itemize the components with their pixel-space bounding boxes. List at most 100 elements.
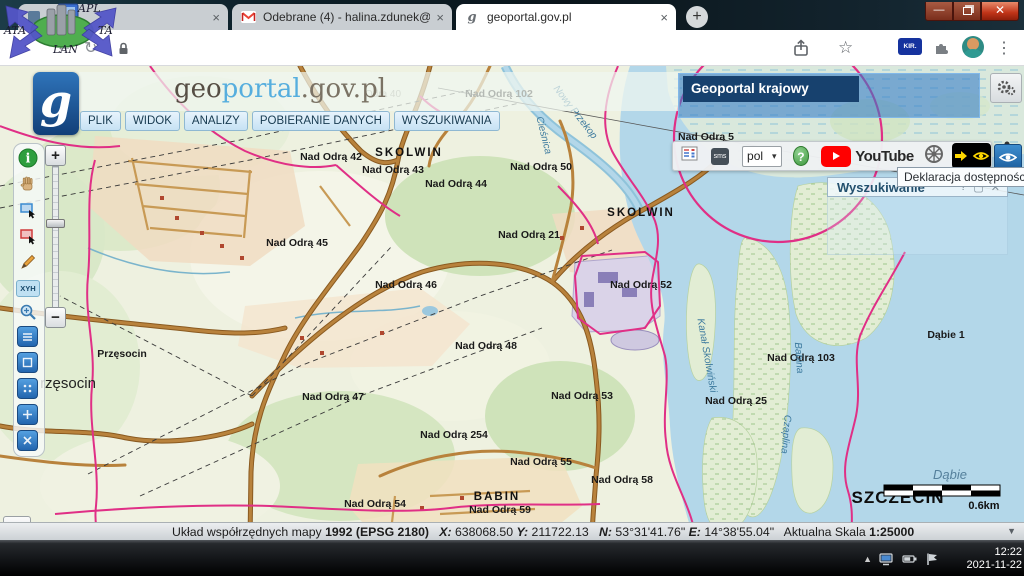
- zoom-magnifier-icon[interactable]: [16, 300, 40, 324]
- identify-button[interactable]: i: [16, 146, 40, 170]
- map-label: Nad Odrą 43: [362, 164, 424, 176]
- statusbar-segment: 638068.50: [451, 524, 517, 539]
- settings-button[interactable]: [990, 73, 1022, 103]
- grid-tool-button[interactable]: [17, 378, 38, 399]
- map-label: Nad Odrą 44: [425, 178, 487, 190]
- browser-menu-icon[interactable]: ⋮: [996, 38, 1012, 58]
- contrast-toggle[interactable]: [951, 143, 991, 169]
- xyh-coordinates-button[interactable]: XYH: [16, 276, 40, 300]
- bookmark-star-icon[interactable]: ☆: [838, 38, 853, 58]
- language-select[interactable]: pol ▾: [742, 145, 782, 167]
- zoom-slider-track[interactable]: [52, 166, 59, 308]
- map-label: Nad Odrą 254: [420, 429, 488, 441]
- new-tab-button[interactable]: +: [686, 6, 708, 28]
- map-label: Nad Odrą 54: [344, 498, 406, 510]
- brand-geo: geo: [173, 74, 222, 104]
- eye-icon: [999, 152, 1017, 162]
- map-label: Nad Odrą 52: [610, 279, 672, 291]
- window-restore-button[interactable]: [953, 2, 981, 21]
- statusbar-segment: 211722.13: [528, 524, 600, 539]
- statusbar-segment: 1:25000: [869, 524, 915, 539]
- select-rectangle-icon[interactable]: [16, 198, 40, 222]
- map-label: Dąbie 1: [927, 329, 965, 341]
- geoportal-logo[interactable]: g: [33, 72, 79, 135]
- menu-analizy-button[interactable]: ANALIZY: [183, 111, 248, 131]
- tab1-favicon-icon: [26, 9, 42, 25]
- xyh-label: XYH: [16, 279, 40, 297]
- tab3-close-icon[interactable]: ×: [660, 10, 668, 25]
- tab-3-active[interactable]: g geoportal.gov.pl ×: [456, 4, 676, 30]
- sms-icon[interactable]: sms: [711, 147, 730, 165]
- layers-tool-button[interactable]: [17, 326, 38, 347]
- help-button[interactable]: ?: [792, 146, 810, 166]
- clock-time: 12:22: [994, 546, 1022, 558]
- add-tool-button[interactable]: [17, 404, 38, 425]
- accessibility-wheel-icon[interactable]: [923, 143, 945, 170]
- map-label: Nad Odrą 47: [302, 391, 364, 403]
- tab-1[interactable]: ×: [18, 4, 228, 30]
- youtube-button[interactable]: YouTube: [821, 145, 914, 167]
- map-label: Nad Odrą 46: [375, 279, 437, 291]
- svg-text:i: i: [26, 152, 31, 167]
- map-label: Nad Odrą 50: [510, 161, 572, 173]
- network-icon[interactable]: [879, 552, 895, 566]
- brand-portal: portal: [221, 74, 301, 104]
- map-scale-label: 0.6km: [968, 500, 999, 512]
- youtube-play-icon: [821, 145, 852, 167]
- tray-expand-icon[interactable]: ▲: [863, 554, 872, 564]
- tab2-close-icon[interactable]: ×: [436, 10, 444, 25]
- close-tool-button[interactable]: [17, 430, 38, 451]
- taskbar-clock[interactable]: 12:22 2021-11-22: [950, 546, 1022, 572]
- zoom-slider-handle[interactable]: [46, 219, 65, 228]
- extensions-puzzle-icon[interactable]: [932, 39, 950, 62]
- basemap-tool-button[interactable]: [17, 352, 38, 373]
- contrast-arrow-icon[interactable]: [953, 149, 969, 163]
- battery-icon[interactable]: [902, 553, 918, 565]
- window-close-button[interactable]: ✕: [981, 2, 1019, 21]
- map-label: Dąbie: [933, 467, 967, 482]
- tab3-title: geoportal.gov.pl: [487, 10, 572, 24]
- statusbar-segment: Aktualna Skala: [783, 524, 870, 539]
- tab1-close-icon[interactable]: ×: [212, 10, 220, 25]
- menu-pobieranie-danych-button[interactable]: POBIERANIE DANYCH: [251, 111, 390, 131]
- statusbar-segment: 53°31'41.76": [612, 524, 689, 539]
- map-label: Nad Odrą 53: [551, 390, 613, 402]
- statusbar-segment: E:: [688, 524, 701, 539]
- address-bar: [0, 30, 1024, 66]
- action-center-flag-icon[interactable]: [925, 552, 939, 566]
- menu-plik-button[interactable]: PLIK: [80, 111, 121, 131]
- reload-icon[interactable]: ↻: [84, 38, 97, 58]
- language-value: pol: [747, 149, 764, 163]
- draw-pencil-icon[interactable]: [16, 250, 40, 274]
- clock-date: 2021-11-22: [966, 559, 1022, 571]
- map-label: Nad Odrą 45: [266, 237, 328, 249]
- screen: Odra 40Nad Odrą 102Nad Odrą 5SKOLWINNad …: [0, 0, 1024, 576]
- share-icon[interactable]: [792, 39, 810, 62]
- profile-avatar[interactable]: [962, 36, 984, 58]
- statusbar-dropdown-icon[interactable]: ▼: [1007, 526, 1016, 536]
- gmail-icon: [240, 9, 256, 25]
- legend-icon[interactable]: [681, 146, 699, 167]
- statusbar-segment: [429, 525, 439, 539]
- zoom-out-button[interactable]: −: [45, 307, 66, 328]
- search-panel-body: [827, 197, 1008, 255]
- window-minimize-button[interactable]: —: [925, 2, 953, 21]
- pan-hand-icon[interactable]: [16, 172, 40, 196]
- back-icon[interactable]: ←: [56, 38, 72, 56]
- geoportal-krajowy-title: Geoportal krajowy: [683, 76, 859, 102]
- tab-2[interactable]: Odebrane (4) - halina.zdunek@in ×: [232, 4, 452, 30]
- menu-widok-button[interactable]: WIDOK: [124, 111, 180, 131]
- statusbar-segment: 14°38'55.04": [700, 524, 784, 539]
- brand-suffix: .gov.pl: [300, 74, 387, 104]
- zoom-in-button[interactable]: +: [45, 145, 66, 166]
- map-label: Nad Odrą 58: [591, 474, 653, 486]
- deselect-rectangle-icon[interactable]: [16, 224, 40, 248]
- statusbar-segment: X:: [439, 524, 452, 539]
- kir-extension-icon[interactable]: KIR.: [898, 38, 922, 55]
- statusbar-segment: 1992 (EPSG 2180): [325, 524, 429, 539]
- menu-wyszukiwania-button[interactable]: WYSZUKIWANIA: [393, 111, 500, 131]
- map-label: Nad Odrą 59: [469, 504, 531, 516]
- contrast-eye-icon[interactable]: [972, 149, 990, 163]
- lock-icon: [118, 42, 129, 60]
- map-canvas[interactable]: Odra 40Nad Odrą 102Nad Odrą 5SKOLWINNad …: [0, 66, 1024, 540]
